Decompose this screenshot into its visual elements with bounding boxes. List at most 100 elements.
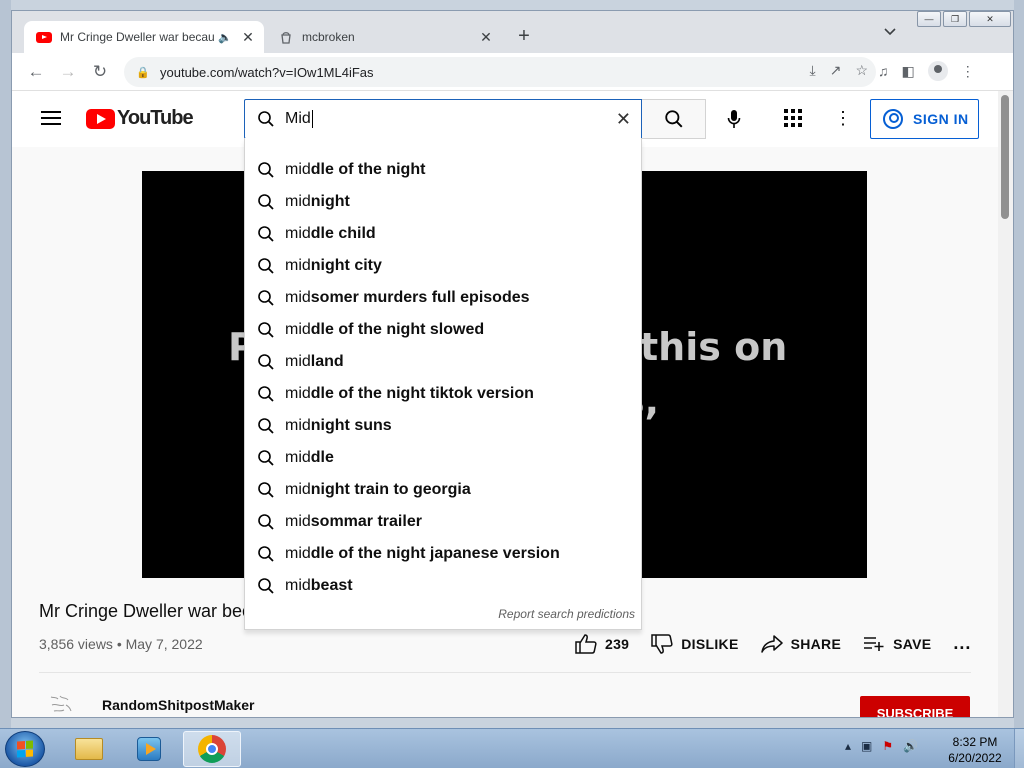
url-text: youtube.com/watch?v=IOw1ML4iFas bbox=[160, 64, 374, 80]
clock[interactable]: 8:32 PM 6/20/2022 bbox=[940, 734, 1010, 766]
suggestion-typed: mid bbox=[285, 577, 311, 594]
media-player-icon bbox=[137, 737, 161, 761]
action-center-flag-icon[interactable]: ⚑ bbox=[882, 739, 893, 753]
start-button[interactable] bbox=[5, 731, 45, 767]
youtube-logo[interactable]: YouTube bbox=[86, 107, 194, 130]
divider bbox=[39, 672, 971, 673]
clear-search-icon[interactable]: ✕ bbox=[616, 109, 631, 130]
share-page-icon[interactable]: ↗ bbox=[830, 62, 842, 79]
suggestion-completion: beast bbox=[310, 577, 353, 594]
page-favicon-icon bbox=[278, 29, 294, 45]
suggestion-completion: night suns bbox=[310, 417, 392, 434]
search-icon bbox=[258, 322, 274, 338]
settings-more-icon[interactable]: ⋮ bbox=[834, 108, 852, 128]
suggestion-completion: night train to georgia bbox=[310, 481, 471, 498]
suggestion-item[interactable]: mid dle child bbox=[245, 218, 641, 250]
share-arrow-icon bbox=[760, 634, 783, 653]
suggestion-item[interactable]: mid dle of the night slowed bbox=[245, 314, 641, 346]
tab-search-chevron-icon[interactable] bbox=[884, 25, 896, 39]
sign-in-button[interactable]: SIGN IN bbox=[870, 99, 979, 139]
volume-icon[interactable]: 🔊 bbox=[903, 739, 918, 753]
suggestion-item[interactable]: mid dle of the night japanese version bbox=[245, 538, 641, 570]
suggestion-item[interactable]: mid dle of the night bbox=[245, 154, 641, 186]
search-button[interactable] bbox=[642, 99, 706, 139]
suggestion-item[interactable]: mid somer murders full episodes bbox=[245, 282, 641, 314]
tab-title: Mr Cringe Dweller war becau bbox=[60, 30, 215, 44]
taskbar-media-player[interactable] bbox=[120, 731, 178, 767]
share-button[interactable]: SHARE bbox=[760, 634, 842, 653]
suggestion-item[interactable]: mid sommar trailer bbox=[245, 506, 641, 538]
profile-avatar-icon[interactable] bbox=[927, 61, 948, 81]
taskbar-explorer[interactable] bbox=[60, 731, 118, 767]
guide-menu-icon[interactable] bbox=[41, 111, 61, 125]
thumbs-up-icon bbox=[575, 633, 597, 654]
suggestion-item[interactable]: mid night train to georgia bbox=[245, 474, 641, 506]
save-button[interactable]: SAVE bbox=[863, 636, 931, 652]
channel-avatar[interactable] bbox=[48, 693, 76, 717]
show-hidden-icons-icon[interactable]: ▴ bbox=[845, 739, 851, 753]
save-label: SAVE bbox=[893, 635, 932, 652]
back-arrow-icon[interactable]: ← bbox=[26, 62, 46, 82]
bookmark-star-icon[interactable]: ☆ bbox=[855, 62, 868, 79]
video-meta: 3,856 views • May 7, 2022 bbox=[39, 636, 203, 652]
page-scrollbar[interactable] bbox=[998, 91, 1013, 717]
suggestion-typed: mid bbox=[285, 353, 311, 370]
video-caption-text: this on bbox=[640, 325, 788, 369]
logo-wordmark: YouTube bbox=[117, 107, 194, 129]
suggestion-completion: somer murders full episodes bbox=[310, 289, 530, 306]
suggestion-typed: mid bbox=[285, 289, 311, 306]
chrome-icon bbox=[198, 735, 226, 763]
close-tab-icon[interactable]: ✕ bbox=[238, 29, 258, 46]
taskbar-chrome[interactable] bbox=[183, 731, 241, 767]
speaker-icon[interactable]: 🔈 bbox=[218, 31, 232, 44]
suggestion-typed: mid bbox=[285, 257, 311, 274]
suggestion-item[interactable]: mid night bbox=[245, 186, 641, 218]
voice-search-mic-icon[interactable] bbox=[722, 105, 746, 133]
suggestion-item[interactable]: mid dle bbox=[245, 442, 641, 474]
forward-arrow-icon[interactable]: → bbox=[58, 62, 78, 82]
channel-name[interactable]: RandomShitpostMaker bbox=[102, 697, 254, 713]
suggestion-typed: mid bbox=[285, 417, 311, 434]
search-input[interactable]: Mid ✕ bbox=[244, 99, 642, 139]
new-tab-button[interactable]: + bbox=[512, 25, 536, 49]
tab-mcbroken[interactable]: mcbroken ✕ bbox=[266, 21, 502, 53]
address-bar[interactable]: 🔒 youtube.com/watch?v=IOw1ML4iFas ⤓ ↗ ☆ bbox=[124, 57, 876, 87]
close-tab-icon[interactable]: ✕ bbox=[476, 29, 496, 46]
windows-logo-icon bbox=[17, 740, 33, 758]
tab-youtube[interactable]: Mr Cringe Dweller war becau 🔈 ✕ bbox=[24, 21, 264, 53]
apps-grid-icon[interactable] bbox=[784, 109, 804, 129]
side-panel-icon[interactable]: ◧ bbox=[902, 63, 915, 80]
search-icon bbox=[258, 162, 274, 178]
scrollbar-thumb[interactable] bbox=[1001, 95, 1009, 219]
subscribe-button[interactable]: SUBSCRIBE bbox=[860, 696, 970, 717]
close-window-button[interactable]: ✕ bbox=[969, 11, 1011, 27]
dislike-button[interactable]: DISLIKE bbox=[651, 633, 738, 654]
browser-menu-icon[interactable]: ⋮ bbox=[961, 63, 975, 80]
reload-icon[interactable]: ↻ bbox=[90, 62, 110, 82]
restore-button[interactable]: ❐ bbox=[943, 11, 967, 27]
search-icon bbox=[664, 110, 682, 128]
suggestion-item[interactable]: mid land bbox=[245, 346, 641, 378]
folder-icon bbox=[75, 738, 103, 760]
suggestion-item[interactable]: mid night city bbox=[245, 250, 641, 282]
like-button[interactable]: 239 bbox=[575, 633, 630, 654]
install-app-icon[interactable]: ⤓ bbox=[810, 62, 816, 79]
clock-time: 8:32 PM bbox=[952, 735, 998, 749]
media-control-icon[interactable]: ♫ bbox=[878, 63, 889, 79]
report-predictions-link[interactable]: Report search predictions bbox=[498, 607, 635, 621]
suggestion-item[interactable]: mid night suns bbox=[245, 410, 641, 442]
suggestion-item[interactable]: mid beast bbox=[245, 570, 641, 602]
more-actions-icon[interactable]: ... bbox=[953, 633, 971, 654]
suggestion-item[interactable]: mid dle of the night tiktok version bbox=[245, 378, 641, 410]
like-count: 239 bbox=[605, 635, 630, 652]
search-query: Mid bbox=[285, 110, 311, 127]
search-icon bbox=[258, 258, 274, 274]
lock-icon[interactable]: 🔒 bbox=[136, 66, 150, 79]
suggestion-typed: mid bbox=[285, 545, 311, 562]
minimize-button[interactable]: — bbox=[917, 11, 941, 27]
youtube-favicon-icon bbox=[36, 29, 52, 45]
share-label: SHARE bbox=[790, 635, 842, 652]
network-icon[interactable]: ▣ bbox=[861, 739, 872, 753]
search-icon bbox=[258, 450, 274, 466]
show-desktop-button[interactable] bbox=[1014, 729, 1024, 768]
